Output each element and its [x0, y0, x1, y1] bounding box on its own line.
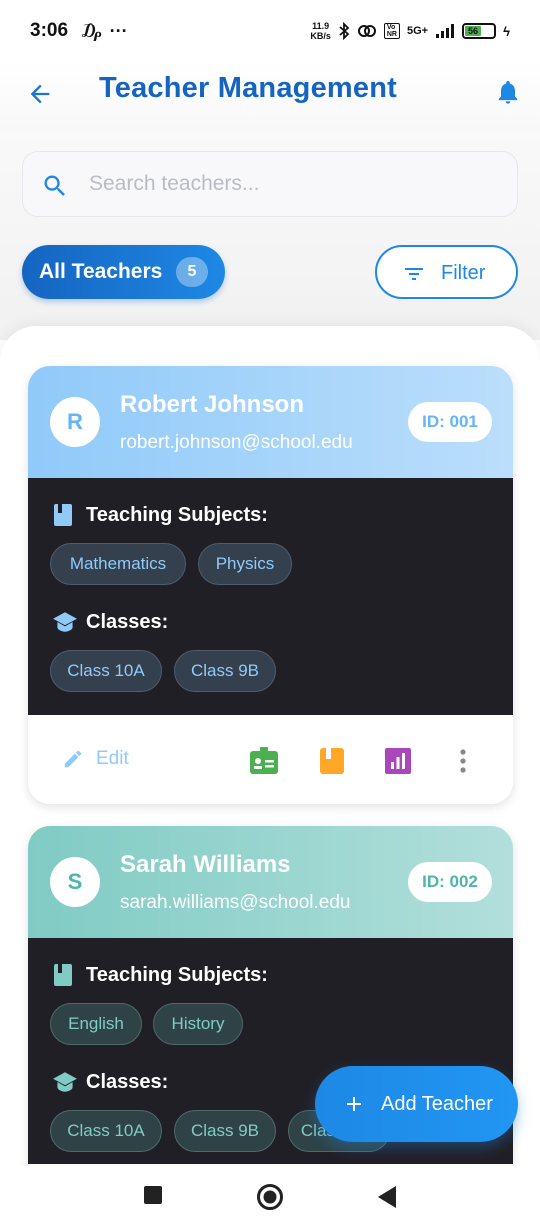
subjects-heading: Teaching Subjects: — [86, 964, 268, 986]
teacher-email: sarah.williams@school.edu — [120, 892, 351, 913]
bluetooth-icon — [339, 22, 350, 40]
avatar: S — [50, 857, 100, 907]
teacher-card[interactable]: R Robert Johnson robert.johnson@school.e… — [28, 366, 513, 804]
app-notification-icon: ₯ — [82, 20, 102, 41]
book-action-icon[interactable] — [317, 746, 347, 776]
teacher-card-header: S Sarah Williams sarah.williams@school.e… — [28, 826, 513, 938]
subjects-heading: Teaching Subjects: — [86, 504, 268, 526]
all-teachers-label: All Teachers — [39, 260, 163, 283]
class-chip[interactable]: Class 10A — [50, 650, 162, 692]
plus-icon — [347, 1097, 361, 1111]
book-icon — [54, 964, 72, 986]
home-icon[interactable] — [256, 1183, 284, 1211]
teacher-card-body: Teaching Subjects: Mathematics Physics C… — [28, 478, 513, 715]
class-chip[interactable]: Class 10A — [50, 1110, 162, 1152]
teacher-name: Sarah Williams — [120, 851, 291, 878]
status-notification-icons: ₯ ··· — [82, 21, 128, 42]
more-vert-icon[interactable] — [448, 746, 478, 776]
classes-heading: Classes: — [86, 1071, 169, 1093]
teacher-id-badge: ID: 001 — [408, 402, 492, 442]
notifications-button[interactable] — [490, 74, 526, 110]
bar-chart-icon[interactable] — [383, 746, 413, 776]
teacher-email: robert.johnson@school.edu — [120, 432, 353, 453]
avatar: R — [50, 397, 100, 447]
link-icon — [357, 25, 376, 37]
battery-level: 56 — [465, 26, 481, 36]
teacher-name: Robert Johnson — [120, 391, 304, 418]
edit-button[interactable]: Edit — [62, 748, 129, 770]
recents-icon[interactable] — [143, 1185, 163, 1205]
search-box[interactable] — [22, 151, 518, 217]
volte-icon: Vo NR — [383, 23, 400, 39]
system-nav-bar — [0, 1166, 540, 1230]
teacher-id-badge: ID: 002 — [408, 862, 492, 902]
status-right: 11.9 KB/s Vo NR 5G+ 56 ϟ — [310, 21, 510, 41]
subject-chip[interactable]: Mathematics — [50, 543, 186, 585]
subject-chip[interactable]: History — [153, 1003, 243, 1045]
class-chip[interactable]: Class 9B — [174, 1110, 276, 1152]
teacher-card-actions: Edit — [28, 715, 513, 804]
bell-icon — [498, 80, 518, 104]
subject-chip[interactable]: Physics — [198, 543, 292, 585]
id-card-icon[interactable] — [249, 746, 279, 776]
battery-icon: 56 — [462, 23, 497, 39]
filter-button[interactable]: Filter — [375, 245, 518, 299]
classes-heading: Classes: — [86, 611, 169, 633]
add-teacher-label: Add Teacher — [381, 1093, 493, 1115]
graduation-cap-icon — [53, 1072, 77, 1092]
class-chip[interactable]: Class 9B — [174, 650, 276, 692]
subject-chip[interactable]: English — [50, 1003, 142, 1045]
filter-label: Filter — [441, 262, 486, 284]
net-speed: 11.9 KB/s — [310, 21, 331, 41]
pencil-icon — [64, 750, 82, 768]
teacher-card-header: R Robert Johnson robert.johnson@school.e… — [28, 366, 513, 478]
charging-icon: ϟ — [503, 23, 510, 39]
app-header: Teacher Management — [0, 62, 540, 130]
teacher-count-badge: 5 — [176, 257, 208, 287]
edit-label: Edit — [96, 748, 129, 769]
back-button[interactable] — [22, 76, 58, 112]
arrow-left-icon — [30, 84, 50, 104]
signal-icon — [436, 24, 455, 38]
status-time: 3:06 — [30, 20, 69, 41]
book-icon — [54, 504, 72, 526]
back-nav-icon[interactable] — [376, 1185, 398, 1209]
search-icon — [44, 175, 65, 196]
page-title: Teacher Management — [99, 72, 397, 104]
add-teacher-button[interactable]: Add Teacher — [315, 1066, 518, 1142]
network-type: 5G+ — [407, 25, 429, 37]
all-teachers-chip[interactable]: All Teachers 5 — [22, 245, 225, 299]
graduation-cap-icon — [53, 612, 77, 632]
filter-icon — [405, 268, 423, 280]
more-notifications-icon: ··· — [109, 20, 128, 41]
status-bar: 3:06 ₯ ··· 11.9 KB/s Vo NR 5G+ 56 ϟ — [0, 0, 540, 62]
search-input[interactable] — [89, 164, 499, 204]
